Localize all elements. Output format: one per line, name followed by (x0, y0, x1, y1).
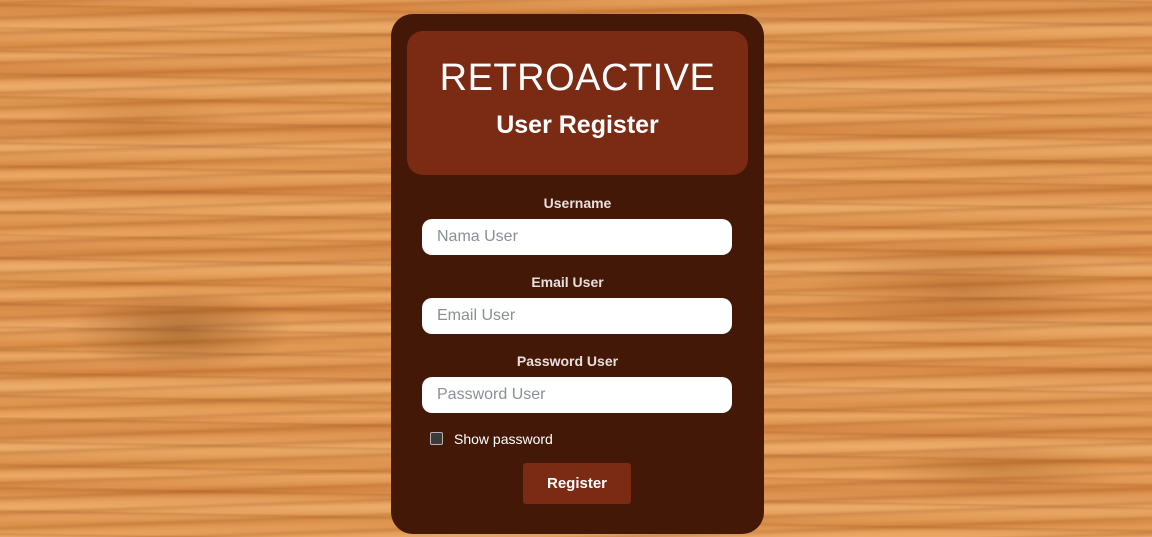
brand-title: RETROACTIVE (439, 57, 716, 99)
username-label: Username (543, 195, 612, 211)
username-input[interactable] (422, 219, 732, 255)
register-card: RETROACTIVE User Register Username Email… (391, 14, 764, 534)
card-header: RETROACTIVE User Register (407, 31, 748, 175)
show-password-checkbox[interactable] (430, 432, 443, 445)
email-label: Email User (531, 274, 604, 290)
register-button[interactable]: Register (523, 463, 631, 504)
email-input[interactable] (422, 298, 732, 334)
password-label: Password User (516, 353, 619, 369)
page-title: User Register (496, 111, 659, 139)
show-password-label[interactable]: Show password (454, 431, 553, 447)
password-input[interactable] (422, 377, 732, 413)
